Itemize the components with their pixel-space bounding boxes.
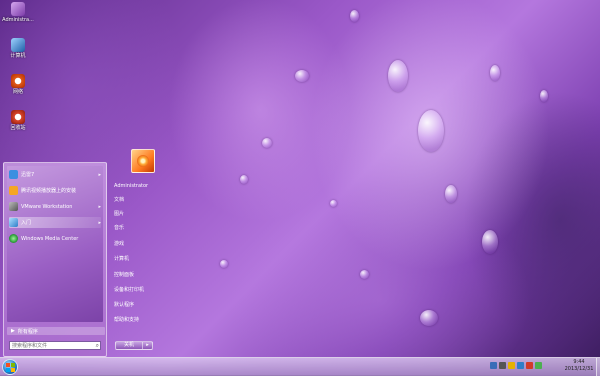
water-drop bbox=[490, 65, 500, 81]
windows-logo-icon bbox=[6, 368, 10, 372]
start-menu-links-pane: Administrator 文档 图片 音乐 游戏 计算机 控制面板 设备和打印… bbox=[109, 149, 173, 357]
desktop-icon-recycle-bin[interactable]: 回收站 bbox=[2, 110, 34, 131]
submenu-arrow-icon[interactable]: ▸ bbox=[98, 172, 101, 178]
start-button[interactable] bbox=[2, 359, 18, 375]
water-drop bbox=[220, 260, 228, 268]
volume-icon[interactable] bbox=[499, 362, 506, 369]
user-avatar[interactable] bbox=[131, 149, 155, 173]
computer-icon bbox=[11, 38, 25, 52]
link-games[interactable]: 游戏 bbox=[114, 241, 172, 248]
water-drop bbox=[540, 90, 548, 102]
program-label: Windows Media Center bbox=[21, 235, 79, 242]
search-icon[interactable]: ⌕ bbox=[96, 342, 99, 350]
windows-logo-icon bbox=[11, 363, 15, 367]
taskbar: 9:44 2013/12/31 bbox=[0, 357, 600, 376]
start-menu: 迅雷7 ▸ 腾讯视频播放器上的安装 VMware Workstation ▸ 入… bbox=[3, 149, 173, 357]
power-icon[interactable] bbox=[535, 362, 542, 369]
show-desktop-button[interactable] bbox=[596, 358, 600, 376]
link-computer[interactable]: 计算机 bbox=[114, 256, 172, 263]
pinned-programs-list: 迅雷7 ▸ 腾讯视频播放器上的安装 VMware Workstation ▸ 入… bbox=[7, 166, 103, 322]
water-drop bbox=[360, 270, 369, 279]
desktop-icon-label: 计算机 bbox=[10, 53, 26, 59]
water-drop bbox=[240, 175, 248, 184]
windows-logo-icon bbox=[11, 368, 15, 372]
network-icon bbox=[11, 74, 25, 88]
start-menu-programs-pane: 迅雷7 ▸ 腾讯视频播放器上的安装 VMware Workstation ▸ 入… bbox=[3, 162, 107, 357]
shutdown-options-arrow-icon[interactable]: ▸ bbox=[142, 342, 152, 349]
link-control-panel[interactable]: 控制面板 bbox=[114, 272, 172, 279]
link-pictures[interactable]: 图片 bbox=[114, 211, 172, 218]
desktop-icon-label: 回收站 bbox=[10, 125, 26, 131]
program-label: 迅雷7 bbox=[21, 172, 35, 178]
language-icon[interactable] bbox=[517, 362, 524, 369]
link-devices-printers[interactable]: 设备和打印机 bbox=[114, 287, 172, 294]
link-default-programs[interactable]: 默认程序 bbox=[114, 302, 172, 309]
network-status-icon[interactable] bbox=[490, 362, 497, 369]
link-documents[interactable]: 文档 bbox=[114, 197, 172, 204]
water-drop bbox=[350, 10, 359, 22]
desktop-icon-label: 网络 bbox=[12, 89, 23, 95]
submenu-arrow-icon[interactable]: ▸ bbox=[98, 220, 101, 226]
shutdown-label: 关机 bbox=[123, 342, 134, 348]
ime-icon[interactable] bbox=[526, 362, 533, 369]
program-item-thunder[interactable]: 迅雷7 ▸ bbox=[9, 169, 101, 180]
desktop-icon-computer[interactable]: 计算机 bbox=[2, 38, 34, 59]
program-label: 腾讯视频播放器上的安装 bbox=[21, 188, 77, 194]
program-label: 入门 bbox=[21, 220, 32, 226]
action-center-icon[interactable] bbox=[508, 362, 515, 369]
flower-icon bbox=[137, 155, 149, 167]
right-arrow-icon: ▶ bbox=[11, 328, 15, 334]
program-label: VMware Workstation bbox=[21, 203, 73, 210]
water-drop bbox=[482, 230, 498, 254]
getting-started-icon bbox=[9, 218, 18, 227]
submenu-arrow-icon[interactable]: ▸ bbox=[98, 204, 101, 210]
desktop-icon-label: Administra... bbox=[2, 17, 34, 23]
desktop-icon-network[interactable]: 网络 bbox=[2, 74, 34, 95]
water-drop bbox=[388, 60, 408, 92]
tencent-video-icon bbox=[9, 186, 18, 195]
link-administrator[interactable]: Administrator bbox=[114, 183, 172, 190]
system-tray bbox=[490, 362, 542, 369]
program-item-getting-started[interactable]: 入门 ▸ bbox=[9, 217, 101, 228]
start-search-box[interactable]: ⌕ bbox=[9, 341, 101, 350]
water-drop bbox=[295, 70, 309, 82]
search-input[interactable] bbox=[10, 342, 92, 349]
program-item-media-center[interactable]: Windows Media Center bbox=[9, 233, 101, 244]
media-center-icon bbox=[9, 234, 18, 243]
user-folder-icon bbox=[11, 2, 25, 16]
desktop-icon-administrator[interactable]: Administra... bbox=[2, 2, 34, 23]
clock-time: 9:44 bbox=[573, 359, 585, 365]
water-drop bbox=[262, 138, 272, 148]
water-drop bbox=[418, 110, 444, 152]
shutdown-button[interactable]: 关机 ▸ bbox=[115, 341, 153, 350]
thunder-icon bbox=[9, 170, 18, 179]
all-programs-button[interactable]: ▶ 所有程序 bbox=[7, 327, 105, 335]
clock-date: 2013/12/31 bbox=[564, 366, 594, 372]
program-item-vmware[interactable]: VMware Workstation ▸ bbox=[9, 201, 101, 212]
link-help-support[interactable]: 帮助和支持 bbox=[114, 317, 172, 324]
water-drop bbox=[330, 200, 337, 207]
recycle-bin-icon bbox=[11, 110, 25, 124]
link-music[interactable]: 音乐 bbox=[114, 225, 172, 232]
windows-logo-icon bbox=[6, 363, 10, 367]
taskbar-clock[interactable]: 9:44 2013/12/31 bbox=[562, 359, 596, 373]
program-item-tencent-video[interactable]: 腾讯视频播放器上的安装 bbox=[9, 185, 101, 196]
all-programs-label: 所有程序 bbox=[17, 328, 38, 335]
water-drop bbox=[445, 185, 457, 203]
water-drop bbox=[420, 310, 438, 326]
vmware-icon bbox=[9, 202, 18, 211]
